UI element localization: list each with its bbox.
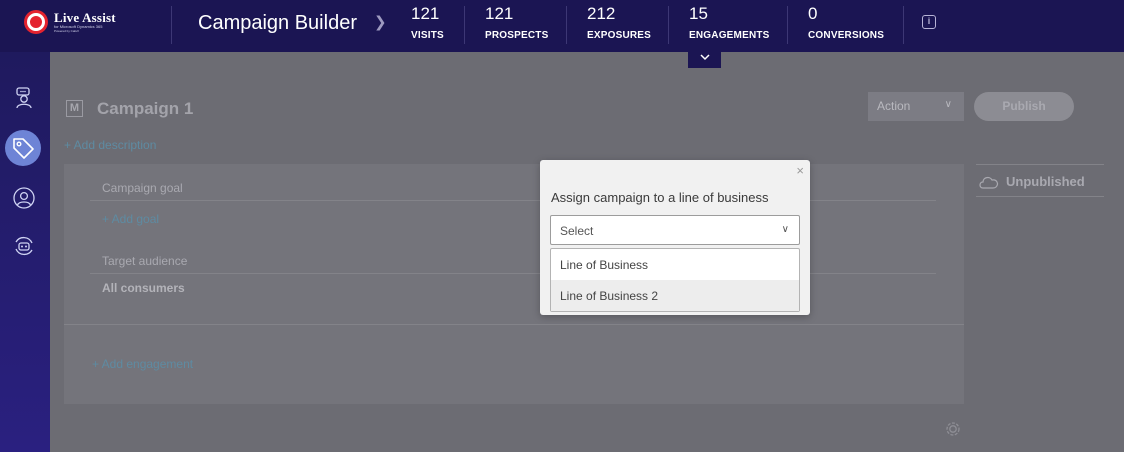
campaign-panel: Campaign goal + Add goal Target audience… [64,164,964,404]
user-icon [13,187,35,209]
publish-status: Unpublished [976,164,1104,197]
stat-value: 0 [808,4,818,23]
stat-visits: 121 VISITS [411,4,444,41]
gear-icon[interactable] [944,420,962,438]
sidebar-item-bots[interactable] [9,231,39,261]
expand-stats-button[interactable] [688,52,721,68]
campaign-name[interactable]: Campaign 1 [97,99,193,119]
stat-value: 212 [587,4,616,23]
divider [171,6,172,44]
divider [64,324,964,325]
sidebar-item-campaigns[interactable] [5,130,41,166]
stat-label: EXPOSURES [587,30,652,41]
target-audience-value[interactable]: All consumers [102,281,185,295]
cloud-icon [979,176,998,189]
status-label: Unpublished [1006,174,1085,189]
action-label: Action [877,99,911,113]
target-audience-label: Target audience [102,254,188,268]
agent-chat-icon [16,87,32,109]
tag-icon [13,138,34,159]
option-line-of-business-2[interactable]: Line of Business 2 [551,280,799,311]
divider [464,6,465,44]
line-of-business-select[interactable]: Select ∨ [550,215,800,245]
divider [668,6,669,44]
campaign-badge: M [66,100,83,117]
add-goal-link[interactable]: + Add goal [102,212,159,226]
chevron-right-icon[interactable]: ❯ [374,13,387,31]
lifebuoy-icon [24,10,48,34]
close-icon[interactable]: × [796,163,804,178]
stat-exposures: 212 EXPOSURES [587,4,651,41]
publish-button[interactable]: Publish [974,92,1074,121]
stat-label: PROSPECTS [485,30,549,41]
stat-label: ENGAGEMENTS [689,30,770,41]
sidebar-item-agents[interactable] [9,83,39,113]
assign-lob-dialog: × Assign campaign to a line of business … [540,160,810,315]
live-assist-logo[interactable]: Live Assist for Microsoft Dynamics 365 P… [24,10,116,34]
add-description-link[interactable]: + Add description [64,138,156,152]
sidebar-item-profile[interactable] [9,183,39,213]
bot-sync-icon [15,236,33,256]
select-value: Select [560,224,594,238]
stat-conversions: 0 CONVERSIONS [808,4,884,41]
logo-powered-by: Powered by CafeX [54,29,80,33]
add-engagement-link[interactable]: + Add engagement [92,357,193,371]
campaign-goal-label: Campaign goal [102,181,183,195]
stat-value: 15 [689,4,708,23]
stat-value: 121 [411,4,440,23]
app-title: Campaign Builder [198,12,357,34]
stat-value: 121 [485,4,514,23]
info-icon[interactable]: i [922,15,936,29]
top-bar: Live Assist for Microsoft Dynamics 365 P… [0,0,1124,52]
chevron-down-icon: ∨ [944,99,952,110]
chevron-down-icon: ∨ [781,224,789,235]
divider [787,6,788,44]
divider [566,6,567,44]
option-line-of-business[interactable]: Line of Business [551,249,799,280]
logo-title: Live Assist [54,10,116,25]
dialog-title: Assign campaign to a line of business [551,190,769,205]
dropdown-list: Line of Business Line of Business 2 [550,248,800,312]
action-dropdown[interactable]: Action ∨ [868,92,964,121]
divider [903,6,904,44]
sidebar [0,52,50,452]
chevron-down-icon [699,54,710,61]
stat-label: CONVERSIONS [808,30,885,41]
stat-engagements: 15 ENGAGEMENTS [689,4,770,41]
stat-prospects: 121 PROSPECTS [485,4,548,41]
stat-label: VISITS [411,30,444,41]
